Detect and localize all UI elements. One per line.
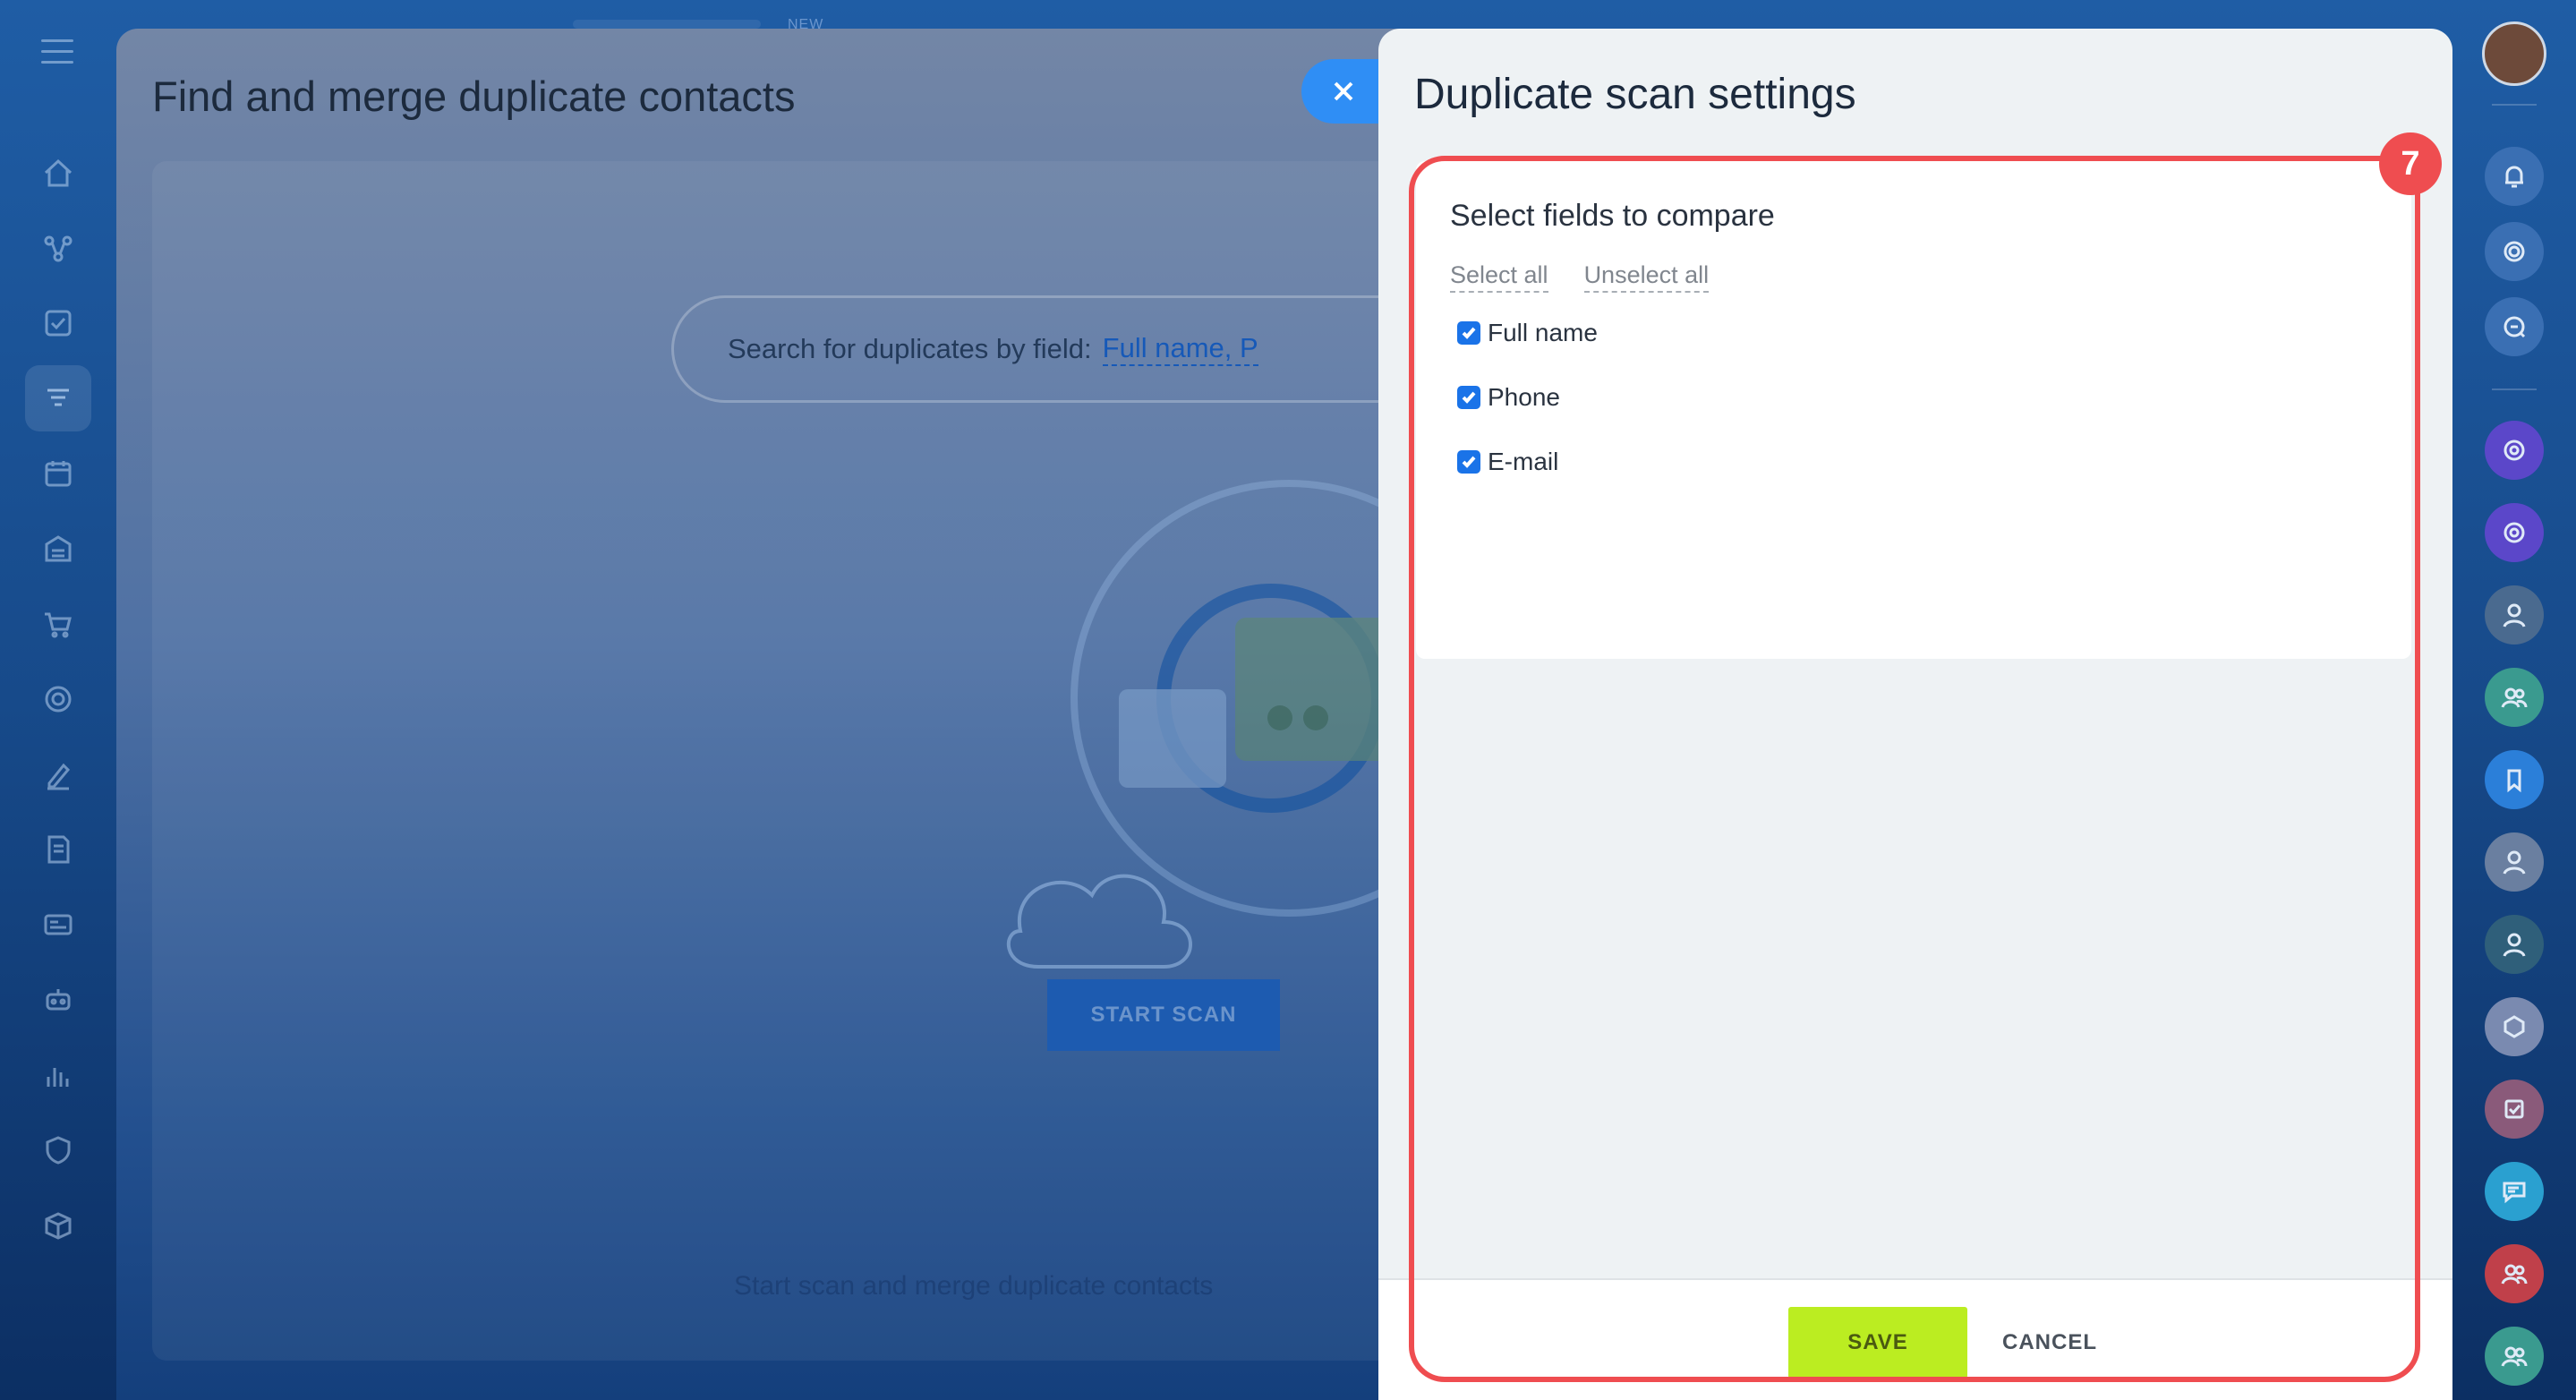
target-icon[interactable]: [2485, 222, 2544, 281]
calendar-icon[interactable]: [25, 440, 91, 507]
group-icon[interactable]: [2485, 1244, 2544, 1303]
cart-icon[interactable]: [25, 591, 91, 657]
bell-icon[interactable]: [2485, 147, 2544, 206]
chat-icon[interactable]: [2485, 1162, 2544, 1221]
page-title: Find and merge duplicate contacts: [152, 73, 796, 120]
box-icon[interactable]: [25, 1192, 91, 1259]
bookmark-icon[interactable]: [2485, 750, 2544, 809]
user-avatar[interactable]: [2482, 21, 2546, 86]
group-icon[interactable]: [2485, 668, 2544, 727]
copilot-icon[interactable]: [2485, 503, 2544, 562]
step-number-badge: 7: [2379, 132, 2442, 195]
top-tab-ghost: [573, 20, 761, 29]
user-avatar[interactable]: [2485, 585, 2544, 645]
duplicate-search-field: Search for duplicates by field: Full nam…: [671, 295, 1477, 403]
start-scan-button: START SCAN: [1047, 979, 1280, 1051]
left-navigation: [0, 0, 116, 1400]
search-field-link: Full name, P: [1102, 332, 1258, 366]
user-avatar[interactable]: [2485, 832, 2544, 892]
home-icon[interactable]: [25, 140, 91, 206]
target-icon[interactable]: [25, 666, 91, 732]
divider: [2492, 104, 2537, 106]
shield-icon[interactable]: [25, 1117, 91, 1183]
step-highlight-frame: [1409, 156, 2420, 1382]
flow-icon[interactable]: [25, 215, 91, 281]
crm-icon[interactable]: [25, 365, 91, 431]
tasks-icon[interactable]: [2485, 1080, 2544, 1139]
group-avatar[interactable]: [2485, 997, 2544, 1056]
docs-icon[interactable]: [25, 816, 91, 883]
group-icon[interactable]: [2485, 1327, 2544, 1386]
user-avatar[interactable]: [2485, 915, 2544, 974]
search-chat-icon[interactable]: [2485, 297, 2544, 356]
divider: [2492, 388, 2537, 390]
scan-illustration-icon: [1006, 480, 1396, 969]
sign-icon[interactable]: [25, 741, 91, 807]
background-footer-text: Start scan and merge duplicate contacts: [734, 1271, 1214, 1301]
search-prefix: Search for duplicates by field:: [728, 333, 1092, 364]
close-slider-button[interactable]: [1301, 59, 1384, 124]
tasks-icon[interactable]: [25, 290, 91, 356]
store-icon[interactable]: [25, 516, 91, 582]
right-sidebar: [2452, 0, 2576, 1400]
panel-title: Duplicate scan settings: [1414, 71, 1856, 118]
robot-icon[interactable]: [25, 967, 91, 1033]
cards-icon[interactable]: [25, 892, 91, 958]
hamburger-menu-icon[interactable]: [41, 39, 73, 64]
copilot-icon[interactable]: [2485, 421, 2544, 480]
chart-icon[interactable]: [25, 1042, 91, 1108]
close-icon: [1334, 81, 1353, 101]
